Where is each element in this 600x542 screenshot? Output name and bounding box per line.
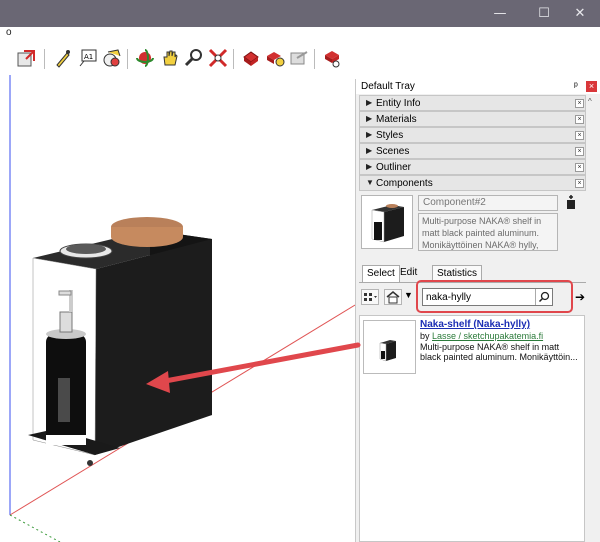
panel-label: Entity Info <box>376 98 421 109</box>
view-options-icon <box>364 293 377 301</box>
panel-close-button[interactable]: × <box>575 179 584 188</box>
home-button[interactable] <box>384 289 402 305</box>
result-author-line: by Lasse / sketchupakatemia.fi <box>420 331 543 342</box>
tray-header: Default Tray ᵖ × <box>356 79 600 94</box>
result-author-link[interactable]: Lasse / sketchupakatemia.fi <box>432 331 543 341</box>
green-axis <box>9 514 61 542</box>
zoom-extents-icon[interactable] <box>208 48 228 68</box>
component-thumbnail <box>361 195 413 249</box>
panel-label: Scenes <box>376 146 410 157</box>
by-prefix: by <box>420 331 433 341</box>
panel-label: Components <box>376 178 433 189</box>
panel-entity-info[interactable]: ▶ Entity Info × <box>359 95 586 111</box>
scroll-up-icon[interactable]: ^ <box>588 97 592 106</box>
view-options-button[interactable] <box>361 289 379 305</box>
panel-close-button[interactable]: × <box>575 147 584 156</box>
orbit-icon[interactable] <box>135 48 155 68</box>
panel-close-button[interactable]: × <box>575 115 584 124</box>
text-label-icon[interactable]: A1 <box>78 48 98 68</box>
expand-arrow-icon: ▶ <box>366 130 373 139</box>
component-name-field[interactable]: Component#2 <box>418 195 558 211</box>
pin-icon[interactable]: ᵖ <box>574 80 578 93</box>
panel-close-button[interactable]: × <box>575 163 584 172</box>
title-bar: — ☐ ✕ <box>0 0 600 27</box>
panel-label: Materials <box>376 114 417 125</box>
search-highlight-callout <box>416 280 573 313</box>
zoom-icon[interactable] <box>184 48 204 68</box>
default-tray: Default Tray ᵖ × ▶ Entity Info × ▶ Mater… <box>355 79 600 542</box>
panel-outliner[interactable]: ▶ Outliner × <box>359 159 586 175</box>
result-title-link[interactable]: Naka-shelf (Naka-hylly) <box>420 319 530 331</box>
minimize-button[interactable]: — <box>478 0 522 27</box>
share-model-icon[interactable] <box>289 48 309 68</box>
result-description: Multi-purpose NAKA® shelf in matt black … <box>420 342 578 362</box>
panel-styles[interactable]: ▶ Styles × <box>359 127 586 143</box>
get-models-icon[interactable] <box>265 48 285 68</box>
components-panel: Component#2 Multi-purpose NAKA® shelf in… <box>359 193 586 542</box>
dropdown-arrow-icon[interactable]: ▼ <box>404 290 413 300</box>
toolbar-separator <box>314 49 315 69</box>
make-component-icon[interactable] <box>17 48 37 68</box>
paint-icon[interactable] <box>53 48 73 68</box>
tray-close-button[interactable]: × <box>586 81 597 92</box>
expand-arrow-icon: ▶ <box>366 146 373 155</box>
tab-select[interactable]: Select <box>362 265 400 283</box>
expand-arrow-icon: ▶ <box>366 162 373 171</box>
pan-icon[interactable] <box>160 48 180 68</box>
collapse-arrow-icon: ▼ <box>366 178 374 187</box>
shelf-model[interactable] <box>28 217 212 466</box>
3d-warehouse-icon[interactable] <box>241 48 261 68</box>
panel-scenes[interactable]: ▶ Scenes × <box>359 143 586 159</box>
panel-components[interactable]: ▼ Components × <box>359 175 586 191</box>
model-viewport[interactable] <box>0 75 355 542</box>
panel-materials[interactable]: ▶ Materials × <box>359 111 586 127</box>
expand-arrow-icon: ▶ <box>366 114 373 123</box>
close-window-button[interactable]: ✕ <box>558 0 600 27</box>
forward-arrow-icon[interactable]: ➔ <box>575 290 585 304</box>
toolbar-separator <box>233 49 234 69</box>
search-results-list: Naka-shelf (Naka-hylly) by Lasse / sketc… <box>359 315 585 542</box>
panel-close-button[interactable]: × <box>575 131 584 140</box>
toolbar-separator <box>44 49 45 69</box>
panel-label: Styles <box>376 130 404 141</box>
toolbar: A1 <box>0 41 600 75</box>
component-description-field[interactable]: Multi-purpose NAKA® shelf in matt black … <box>418 213 558 251</box>
model-scene <box>9 75 355 542</box>
menu-fragment[interactable]: o <box>6 27 12 39</box>
menu-bar: o <box>0 27 600 41</box>
panel-label: Outliner <box>376 162 412 173</box>
result-thumbnail[interactable] <box>363 320 416 374</box>
tray-title: Default Tray <box>361 81 415 92</box>
dimension-icon[interactable] <box>102 48 122 68</box>
home-icon <box>386 291 400 304</box>
svg-text:A1: A1 <box>84 53 93 61</box>
toolbar-separator <box>127 49 128 69</box>
expand-arrow-icon: ▶ <box>366 98 373 107</box>
tab-edit[interactable]: Edit <box>396 265 421 282</box>
add-details-icon[interactable] <box>565 195 577 209</box>
extension-warehouse-icon[interactable] <box>322 48 342 68</box>
panel-close-button[interactable]: × <box>575 99 584 108</box>
